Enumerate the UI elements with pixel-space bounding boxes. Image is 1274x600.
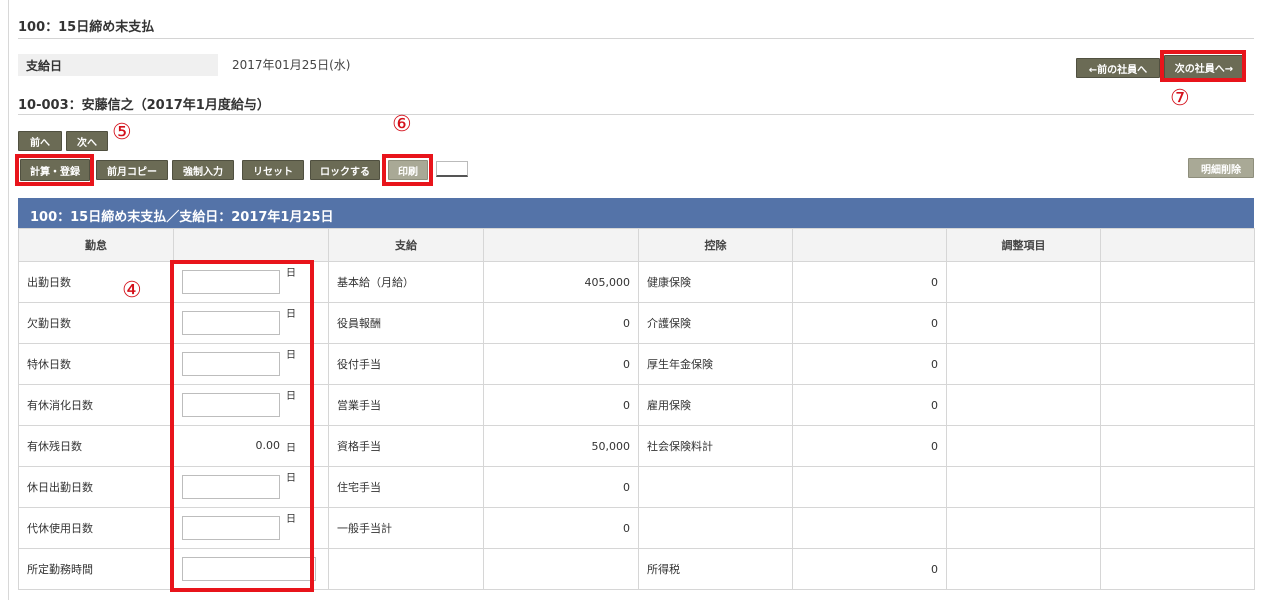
page-title: 100：15日締め末支払 xyxy=(18,20,155,35)
header-blank xyxy=(483,228,639,262)
header-adjustment: 調整項目 xyxy=(946,228,1101,262)
attendance-label: 欠勤日数 xyxy=(18,302,174,344)
employee-title: 10-003：安藤信之（2017年1月度給与） xyxy=(18,98,270,113)
deduction-value: 0 xyxy=(792,343,947,385)
pay-date-label: 支給日 xyxy=(26,59,63,73)
delete-detail-button[interactable]: 明細削除 xyxy=(1188,158,1254,178)
attendance-label: 特休日数 xyxy=(18,343,174,385)
adjustment-value xyxy=(1100,261,1255,303)
marker-6: ⑥ xyxy=(392,112,412,137)
payment-value: 50,000 xyxy=(483,425,639,467)
payment-label: 役付手当 xyxy=(328,343,484,385)
adjustment-cell xyxy=(946,466,1101,508)
deduction-label xyxy=(638,466,793,508)
adjustment-cell xyxy=(946,261,1101,303)
attendance-label: 所定勤務時間 xyxy=(18,548,174,590)
payment-label: 基本給（月給） xyxy=(328,261,484,303)
highlight-box-7 xyxy=(1160,50,1246,82)
deduction-value: 0 xyxy=(792,261,947,303)
adjustment-value xyxy=(1100,466,1255,508)
adjustment-value xyxy=(1100,343,1255,385)
force-input-button[interactable]: 強制入力 xyxy=(172,160,234,180)
payment-label: 役員報酬 xyxy=(328,302,484,344)
payment-label: 営業手当 xyxy=(328,384,484,426)
attendance-label: 休日出勤日数 xyxy=(18,466,174,508)
reset-button[interactable]: リセット xyxy=(242,160,304,180)
print-option-field[interactable] xyxy=(436,161,468,177)
attendance-label: 有休消化日数 xyxy=(18,384,174,426)
marker-7: ⑦ xyxy=(1170,86,1190,111)
divider xyxy=(18,38,1254,39)
table-header-row: 勤怠 支給 控除 調整項目 xyxy=(18,228,1255,262)
highlight-box-5 xyxy=(15,154,94,186)
lock-button[interactable]: ロックする xyxy=(310,160,380,180)
header-attendance: 勤怠 xyxy=(18,228,174,262)
prev-button[interactable]: 前へ xyxy=(18,131,62,151)
payment-value: 405,000 xyxy=(483,261,639,303)
deduction-value: 0 xyxy=(792,384,947,426)
deduction-value: 0 xyxy=(792,548,947,590)
adjustment-cell xyxy=(946,302,1101,344)
payment-value xyxy=(483,548,639,590)
header-payment: 支給 xyxy=(328,228,484,262)
adjustment-value xyxy=(1100,507,1255,549)
highlight-box-6 xyxy=(382,154,433,186)
payment-value: 0 xyxy=(483,466,639,508)
adjustment-value xyxy=(1100,302,1255,344)
divider xyxy=(18,114,1254,115)
header-blank xyxy=(792,228,947,262)
payment-label xyxy=(328,548,484,590)
payment-value: 0 xyxy=(483,384,639,426)
payroll-banner-title: 100：15日締め末支払／支給日：2017年1月25日 xyxy=(30,210,334,225)
next-button[interactable]: 次へ xyxy=(66,131,108,151)
adjustment-cell xyxy=(946,384,1101,426)
adjustment-cell xyxy=(946,507,1101,549)
header-blank xyxy=(1100,228,1255,262)
adjustment-cell xyxy=(946,343,1101,385)
adjustment-cell xyxy=(946,548,1101,590)
marker-4: ④ xyxy=(122,278,142,303)
deduction-value xyxy=(792,466,947,508)
attendance-label: 有休残日数 xyxy=(18,425,174,467)
deduction-label: 雇用保険 xyxy=(638,384,793,426)
attendance-label: 出勤日数 xyxy=(18,261,174,303)
header-deduction: 控除 xyxy=(638,228,793,262)
deduction-value xyxy=(792,507,947,549)
deduction-label: 介護保険 xyxy=(638,302,793,344)
payment-label: 資格手当 xyxy=(328,425,484,467)
adjustment-cell xyxy=(946,425,1101,467)
page-left-border xyxy=(8,0,9,600)
copy-prev-month-button[interactable]: 前月コピー xyxy=(96,160,168,180)
deduction-value: 0 xyxy=(792,302,947,344)
deduction-value: 0 xyxy=(792,425,947,467)
payment-label: 住宅手当 xyxy=(328,466,484,508)
header-blank xyxy=(173,228,329,262)
marker-5: ⑤ xyxy=(112,120,132,145)
payment-value: 0 xyxy=(483,343,639,385)
deduction-label: 厚生年金保険 xyxy=(638,343,793,385)
payment-value: 0 xyxy=(483,302,639,344)
payment-value: 0 xyxy=(483,507,639,549)
payment-label: 一般手当計 xyxy=(328,507,484,549)
attendance-label: 代休使用日数 xyxy=(18,507,174,549)
deduction-label: 健康保険 xyxy=(638,261,793,303)
prev-employee-button[interactable]: ←前の社員へ xyxy=(1076,58,1160,78)
highlight-box-4 xyxy=(170,260,314,592)
adjustment-value xyxy=(1100,384,1255,426)
adjustment-value xyxy=(1100,425,1255,467)
deduction-label: 社会保険料計 xyxy=(638,425,793,467)
deduction-label: 所得税 xyxy=(638,548,793,590)
pay-date-value: 2017年01月25日(水) xyxy=(232,58,351,72)
adjustment-value xyxy=(1100,548,1255,590)
deduction-label xyxy=(638,507,793,549)
